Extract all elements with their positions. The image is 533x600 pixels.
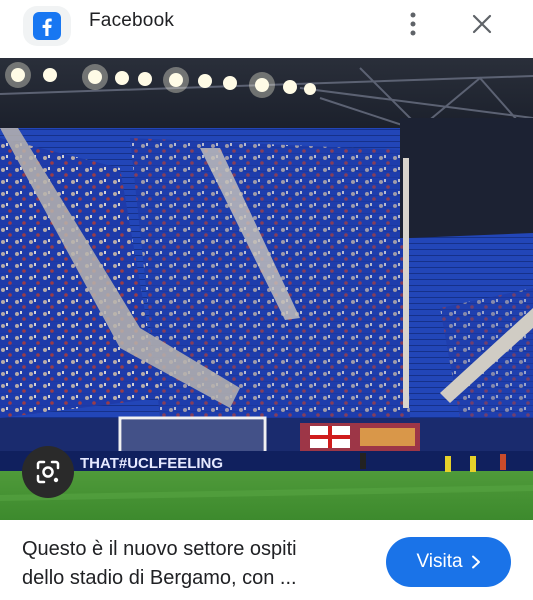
caption-line-1: Questo è il nuovo settore ospiti xyxy=(22,538,297,560)
lens-search-button[interactable] xyxy=(22,446,74,498)
image-search-icon xyxy=(36,460,60,484)
caption-line-2: dello stadio di Bergamo, con ... xyxy=(22,567,297,589)
top-bar: Facebook xyxy=(0,0,533,58)
link-caption[interactable]: Questo è il nuovo settore ospiti dello s… xyxy=(22,535,372,593)
close-icon xyxy=(472,14,492,34)
app-title: Facebook xyxy=(89,10,175,31)
more-options-button[interactable] xyxy=(398,6,428,42)
stadium-photo: THAT#UCLFEELING xyxy=(0,58,533,520)
chevron-right-icon xyxy=(471,555,480,569)
preview-image[interactable]: THAT#UCLFEELING xyxy=(0,58,533,520)
facebook-icon[interactable] xyxy=(23,6,71,46)
more-vertical-icon xyxy=(410,12,416,36)
led-banner-text: THAT#UCLFEELING xyxy=(80,455,223,472)
close-button[interactable] xyxy=(464,6,500,42)
visit-button[interactable]: Visita xyxy=(386,537,511,587)
visit-button-label: Visita xyxy=(416,551,463,572)
